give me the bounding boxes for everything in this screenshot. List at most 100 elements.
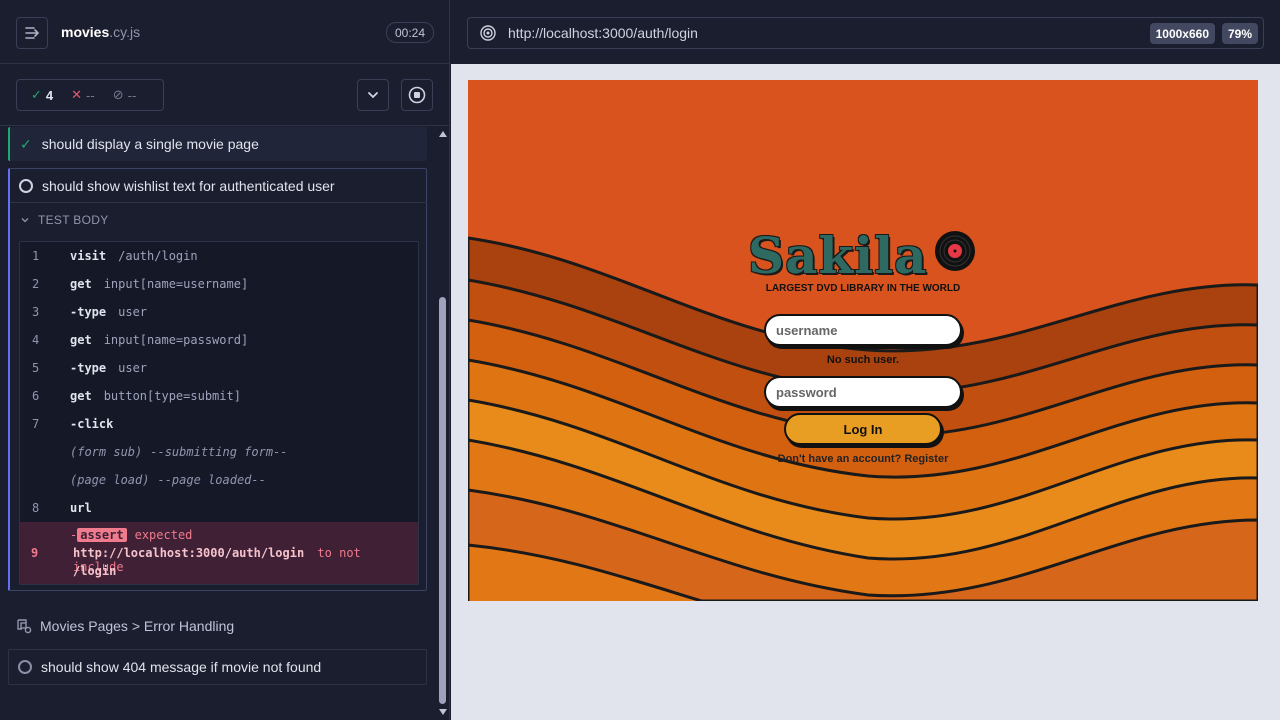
command-message: /auth/login (118, 249, 198, 263)
app-logo: Sakila (748, 226, 928, 285)
command-message: input[name=username] (103, 277, 249, 291)
assert-detail: http://localhost:3000/auth/login to not … (73, 546, 418, 574)
event-name: (form sub) (70, 445, 143, 459)
command-number: 6 (32, 389, 40, 403)
spec-name-ext: .cy.js (109, 24, 141, 40)
command-name: url (70, 501, 92, 515)
stop-icon (408, 86, 426, 104)
command-name: get (70, 333, 92, 347)
command-name: -click (70, 417, 114, 431)
test-body-label: TEST BODY (38, 213, 109, 227)
zoom-badge[interactable]: 79% (1221, 23, 1258, 44)
chevron-down-icon (21, 218, 29, 223)
pending-icon: ⊘ (112, 87, 124, 102)
viewport-size-badge[interactable]: 1000x660 (1149, 23, 1215, 44)
stop-button[interactable] (401, 79, 433, 111)
specs-menu-button[interactable] (16, 17, 48, 49)
scroll-down-arrow[interactable] (439, 709, 447, 715)
login-error-message: No such user. (826, 354, 900, 366)
test-body-header[interactable]: TEST BODY (20, 213, 109, 227)
test-title: should show wishlist text for authentica… (42, 177, 335, 194)
command-name: -type (70, 305, 107, 319)
assert-url: http://localhost:3000/auth/login (73, 546, 305, 560)
command-name: -type (70, 361, 107, 375)
command-number: 4 (32, 333, 40, 347)
command-name: visit (70, 249, 107, 263)
command-log: 1 visit /auth/login 2 get input[name=use… (19, 241, 419, 585)
app-tagline: LARGEST DVD LIBRARY IN THE WORLD (765, 283, 961, 294)
running-icon (19, 178, 33, 193)
command-number: 1 (32, 249, 40, 263)
command-row[interactable]: 5 -type user (20, 354, 418, 382)
command-row[interactable]: 8 url (20, 494, 418, 522)
check-icon: ✓ (20, 135, 32, 152)
register-link[interactable]: Don't have an account? Register (468, 453, 1258, 465)
app-preview-panel: http://localhost:3000/auth/login 1000x66… (451, 0, 1280, 720)
suite-title[interactable]: Movies Pages > Error Handling (16, 618, 234, 634)
command-row[interactable]: 4 get input[name=password] (20, 326, 418, 354)
app-under-test: Sakila LARGEST DVD LIBRARY IN THE WORLD … (468, 80, 1258, 601)
command-message: input[name=password] (103, 333, 249, 347)
command-number: 7 (32, 417, 40, 431)
command-number: 3 (32, 305, 40, 319)
passed-count-value: 4 (45, 87, 54, 103)
assert-badge: assert (77, 528, 127, 542)
reporter-scrollbar[interactable] (436, 127, 449, 720)
failed-assert-row[interactable]: 9 - assert expected http://localhost:3000/… (20, 522, 418, 584)
url-bar-container: http://localhost:3000/auth/login 1000x66… (451, 0, 1280, 64)
selector-playground-icon[interactable] (480, 25, 496, 41)
spec-name-base: movies (61, 24, 110, 40)
vinyl-record-icon (935, 231, 975, 271)
url-bar[interactable]: http://localhost:3000/auth/login 1000x66… (467, 17, 1264, 49)
assert-value-line: /login (73, 564, 116, 578)
login-button[interactable]: Log In (784, 413, 942, 445)
passed-count: ✓ 4 (31, 87, 53, 103)
collapse-all-button[interactable] (357, 79, 389, 111)
failed-count-value: -- (86, 87, 95, 103)
command-number: 8 (32, 501, 40, 515)
menu-icon (25, 27, 40, 39)
duration-timer: 00:24 (386, 22, 434, 43)
event-message: --page loaded-- (157, 473, 266, 487)
username-input[interactable]: username (764, 314, 962, 346)
assert-value: /login (73, 564, 117, 578)
password-input[interactable]: password (764, 376, 962, 408)
test-pending[interactable]: should show 404 message if movie not fou… (8, 649, 427, 685)
test-running: should show wishlist text for authentica… (8, 168, 427, 591)
scrollbar-thumb[interactable] (439, 297, 446, 704)
command-name: get (70, 277, 92, 291)
test-passed[interactable]: ✓ should display a single movie page (8, 127, 427, 161)
command-row[interactable]: 7 -click (20, 410, 418, 438)
command-number: 5 (32, 361, 40, 375)
command-message: button[type=submit] (103, 389, 241, 403)
command-row[interactable]: 1 visit /auth/login (20, 242, 418, 270)
command-message: user (118, 361, 148, 375)
check-icon: ✓ (31, 87, 42, 102)
reporter-panel: movies.cy.js 00:24 ✓ 4 ✕ -- ⊘ -- ✓ shoul… (0, 0, 450, 720)
failed-count: ✕ -- (71, 87, 95, 103)
command-row[interactable]: 6 get button[type=submit] (20, 382, 418, 410)
event-row[interactable]: (page load) --page loaded-- (20, 466, 418, 494)
command-message: user (118, 305, 148, 319)
test-running-header[interactable]: should show wishlist text for authentica… (10, 169, 427, 203)
test-title: should display a single movie page (41, 136, 259, 152)
test-list: ✓ should display a single movie page sho… (0, 127, 436, 720)
command-row[interactable]: 3 -type user (20, 298, 418, 326)
event-row[interactable]: (form sub) --submitting form-- (20, 438, 418, 466)
reporter-header: movies.cy.js 00:24 (0, 0, 449, 64)
chevron-down-icon (368, 92, 378, 99)
scroll-up-arrow[interactable] (439, 131, 447, 137)
suite-label: Movies Pages > Error Handling (40, 618, 235, 634)
stats-bar: ✓ 4 ✕ -- ⊘ -- (0, 64, 449, 126)
event-message: --submitting form-- (150, 445, 288, 459)
command-number: 2 (32, 277, 40, 291)
assert-line: - assert expected (70, 528, 192, 542)
pending-test-icon (18, 660, 32, 674)
command-number: 9 (31, 546, 39, 560)
command-row[interactable]: 2 get input[name=username] (20, 270, 418, 298)
x-icon: ✕ (71, 87, 83, 102)
assert-expected: expected (134, 528, 193, 542)
test-stats: ✓ 4 ✕ -- ⊘ -- (16, 79, 164, 111)
url-text: http://localhost:3000/auth/login (508, 25, 698, 41)
pending-count-value: -- (127, 87, 137, 103)
